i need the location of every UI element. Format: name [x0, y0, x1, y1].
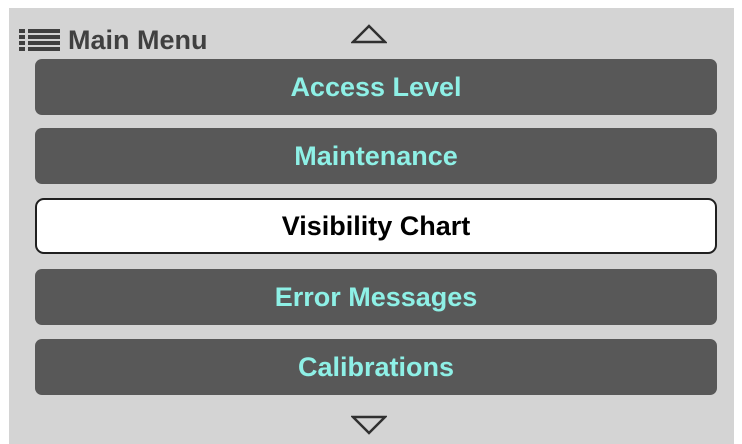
main-menu-screen: Main Menu Access Level Maintenance Visib…	[9, 8, 734, 444]
triangle-up-icon[interactable]	[351, 24, 387, 44]
menu-item-maintenance[interactable]: Maintenance	[35, 128, 717, 184]
menu-item-label: Access Level	[290, 71, 462, 102]
menu-item-access-level[interactable]: Access Level	[35, 59, 717, 115]
menu-item-label: Visibility Chart	[281, 210, 471, 241]
menu-item-error-messages[interactable]: Error Messages	[35, 269, 717, 325]
menu-item-label: Maintenance	[294, 140, 458, 171]
menu-item-visibility-chart[interactable]: Visibility Chart	[35, 198, 717, 254]
triangle-down-icon[interactable]	[351, 415, 387, 435]
header: Main Menu	[19, 22, 208, 58]
menu-item-calibrations[interactable]: Calibrations	[35, 339, 717, 395]
menu-item-label: Error Messages	[274, 281, 478, 312]
menu-item-label: Calibrations	[297, 351, 455, 382]
page-title: Main Menu	[68, 25, 208, 55]
hamburger-list-icon	[19, 29, 60, 51]
